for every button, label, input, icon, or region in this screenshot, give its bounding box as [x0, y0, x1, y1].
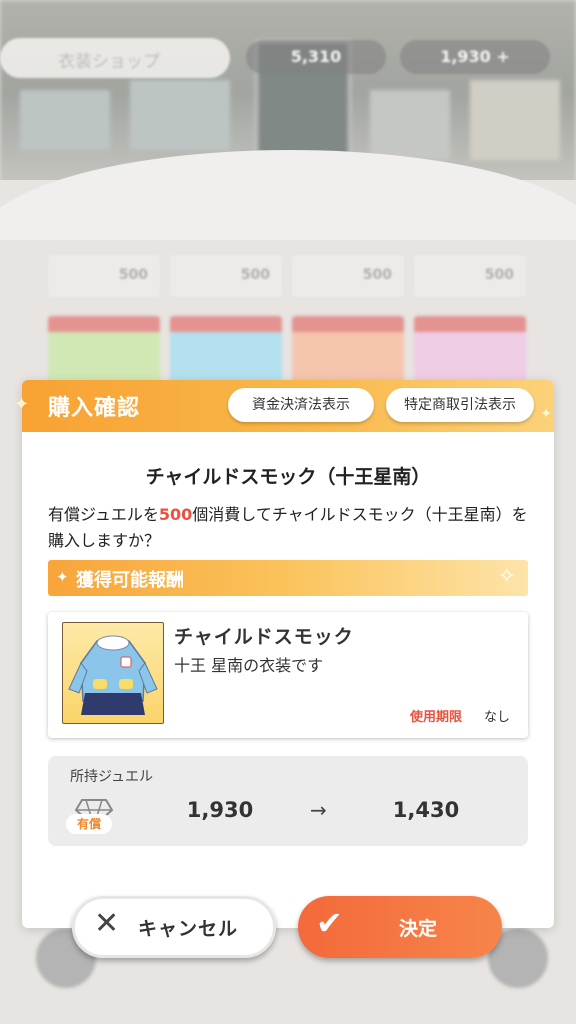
commercial-transactions-button[interactable]: 特定商取引法表示: [386, 388, 534, 422]
reward-section-header: ✦ 獲得可能報酬 ✧: [48, 560, 528, 596]
expiry-value: なし: [484, 710, 511, 725]
sparkle-icon: ✦: [14, 394, 30, 415]
jewel-balance-panel: 所持ジュエル 有償 1,930 → 1,430: [48, 756, 528, 846]
item-name: チャイルドスモック: [174, 626, 354, 648]
arrow-right-icon: →: [310, 798, 327, 822]
paid-badge: 有償: [66, 814, 112, 834]
confirm-prefix: 有償ジュエルを: [48, 505, 159, 524]
smock-icon: [68, 635, 158, 715]
commercial-transactions-label: 特定商取引法表示: [404, 397, 516, 413]
jewel-balance-label: 所持ジュエル: [70, 769, 154, 785]
dialog-header: ✦ 購入確認 資金決済法表示 特定商取引法表示 ✦: [14, 380, 554, 432]
jewel-after: 1,430: [392, 798, 460, 822]
reward-item-card: チャイルドスモック 十王 星南の衣装です 使用期限 なし: [48, 612, 528, 738]
item-thumbnail: [62, 622, 164, 724]
purchase-confirm-dialog: ✦ 購入確認 資金決済法表示 特定商取引法表示 ✦ チャイルドスモック（十王星南…: [14, 380, 554, 928]
fund-settlement-button[interactable]: 資金決済法表示: [228, 388, 374, 422]
jewel-before: 1,930: [186, 798, 254, 822]
cancel-label: キャンセル: [138, 918, 239, 940]
sparkle-icon: ✧: [497, 564, 516, 589]
close-icon: ✕: [94, 906, 120, 941]
item-description: 十王 星南の衣装です: [174, 656, 324, 675]
expiry-label: 使用期限: [410, 710, 463, 725]
item-title: チャイルドスモック（十王星南）: [145, 466, 431, 488]
sparkle-icon: ✦: [56, 568, 69, 586]
confirm-button[interactable]: ✔ 決定: [298, 896, 502, 958]
cancel-button[interactable]: ✕ キャンセル: [72, 896, 276, 958]
dialog-title: 購入確認: [48, 396, 141, 421]
fund-settlement-label: 資金決済法表示: [252, 397, 350, 413]
confirm-message: 有償ジュエルを500個消費してチャイルドスモック（十王星南）を購入しますか？: [48, 502, 528, 554]
reward-section-label: 獲得可能報酬: [76, 570, 184, 591]
sparkle-icon: ✦: [540, 406, 552, 422]
confirm-amount: 500: [158, 505, 193, 524]
confirm-label: 決定: [398, 918, 437, 940]
